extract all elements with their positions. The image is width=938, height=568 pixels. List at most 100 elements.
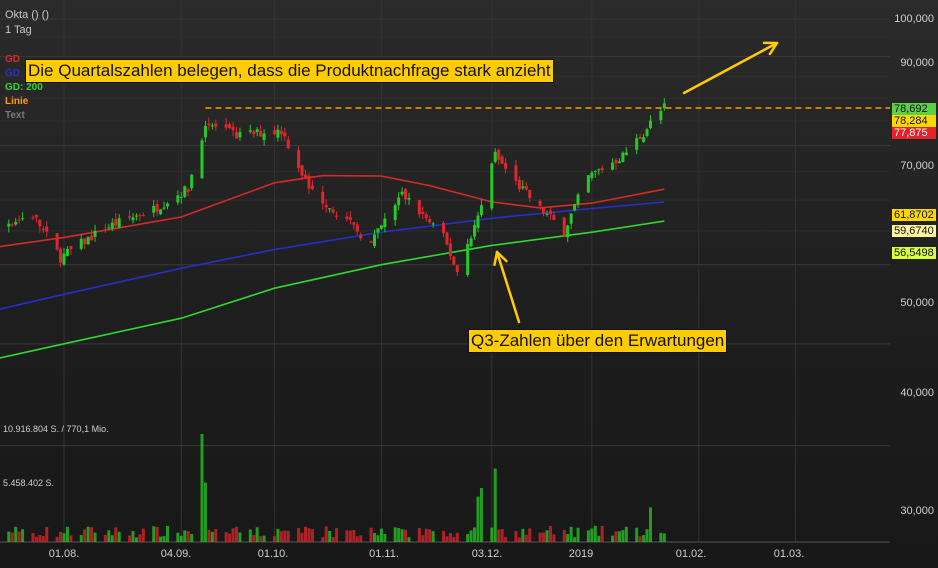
- legend-gd-red[interactable]: GD: [5, 54, 20, 65]
- volume-bar: [17, 531, 21, 542]
- candle-body: [131, 217, 135, 221]
- volume-bar: [624, 526, 628, 542]
- candle-body: [504, 162, 508, 169]
- candle-body: [190, 174, 194, 189]
- volume-bar: [134, 537, 138, 542]
- candle-body: [93, 230, 97, 237]
- legend-linie[interactable]: Linie: [5, 96, 28, 107]
- legend-gd-200[interactable]: GD: 200: [5, 82, 43, 93]
- y-tick-70000: 70,000: [900, 160, 934, 172]
- candle-body: [542, 207, 546, 214]
- volume-bar: [83, 529, 87, 542]
- y-tick-50000: 50,000: [900, 297, 934, 309]
- volume-bar: [324, 526, 328, 542]
- legend-gd-blue[interactable]: GD: [5, 68, 20, 79]
- candle-body: [562, 217, 566, 236]
- candle-body: [500, 156, 504, 164]
- candle-body: [345, 216, 349, 220]
- volume-bar: [490, 527, 494, 542]
- volume-bar: [659, 532, 663, 542]
- candle-body: [538, 201, 542, 206]
- q3-arrow: [495, 250, 521, 324]
- candle-body: [155, 204, 159, 212]
- volume-bar: [41, 536, 45, 542]
- volume-bar: [359, 535, 363, 542]
- candle-body: [210, 125, 214, 127]
- volume-bar: [428, 529, 432, 542]
- volume-bar: [331, 537, 335, 542]
- candle-body: [545, 213, 549, 215]
- candle-body: [400, 191, 404, 195]
- candle-body: [493, 151, 497, 162]
- candle-body: [34, 214, 38, 218]
- candle-body: [428, 218, 432, 223]
- volume-bar: [31, 533, 35, 542]
- volume-bar: [93, 532, 97, 542]
- volume-bar: [493, 468, 497, 542]
- candle-body: [324, 205, 328, 208]
- candle-body: [103, 229, 107, 231]
- volume-bar: [442, 530, 445, 542]
- candle-body: [573, 204, 577, 211]
- volume-bar: [548, 526, 552, 542]
- candle-body: [107, 227, 111, 229]
- candle-body: [272, 130, 276, 135]
- candle-body: [128, 216, 132, 218]
- volume-bar: [252, 534, 256, 542]
- candle-body: [397, 197, 401, 206]
- volume-bar: [376, 535, 380, 542]
- volume-bar: [107, 530, 111, 542]
- trend-arrow: [682, 41, 779, 95]
- candle-body: [262, 133, 266, 141]
- volume-bar: [128, 535, 132, 542]
- volume-bar: [621, 530, 625, 542]
- volume-bar: [417, 528, 421, 542]
- volume-bar: [21, 529, 25, 542]
- volume-bar: [545, 530, 549, 542]
- line-price-tag: 78,284: [892, 115, 936, 127]
- volume-bar: [645, 529, 649, 542]
- candle-body: [90, 235, 94, 241]
- price-chart[interactable]: [0, 0, 938, 568]
- volume-bar: [379, 528, 383, 542]
- volume-bar: [210, 531, 214, 542]
- candle-body: [214, 123, 218, 127]
- y-tick-100000: 100,000: [894, 13, 934, 25]
- candle-body: [448, 243, 452, 256]
- candle-body: [176, 195, 180, 203]
- volume-bar: [224, 531, 228, 542]
- candle-body: [590, 172, 594, 179]
- candle-body: [307, 175, 311, 189]
- low-price-tag: 77,875: [892, 127, 936, 139]
- candle-body: [566, 225, 570, 238]
- candle-body: [331, 209, 335, 213]
- volume-bar: [110, 535, 114, 542]
- volume-bar: [617, 531, 621, 542]
- volume-bars: [7, 434, 666, 542]
- volume-bar: [141, 528, 145, 542]
- volume-bar: [479, 488, 483, 542]
- candle-body: [31, 217, 35, 219]
- volume-bar: [59, 531, 63, 542]
- candle-body: [59, 248, 63, 263]
- volume-bar: [352, 529, 356, 542]
- candle-body: [186, 189, 190, 192]
- volume-bar: [424, 528, 428, 542]
- candle-body: [649, 120, 652, 129]
- legend-text[interactable]: Text: [5, 110, 25, 121]
- candle-body: [369, 241, 373, 243]
- volume-bar: [393, 527, 397, 542]
- volume-bar: [421, 535, 425, 542]
- volume-bar: [103, 534, 107, 542]
- volume-bar: [593, 525, 597, 542]
- x-tick-0111: 01.11.: [369, 548, 399, 560]
- candle-body: [179, 196, 183, 198]
- candle-body: [635, 138, 639, 150]
- volume-bar: [86, 526, 90, 542]
- volume-bar: [383, 533, 387, 542]
- candle-body: [159, 209, 163, 215]
- volume-bar: [649, 507, 652, 542]
- volume-bar: [573, 537, 577, 542]
- volume-bar: [321, 537, 325, 542]
- volume-bar: [190, 533, 194, 542]
